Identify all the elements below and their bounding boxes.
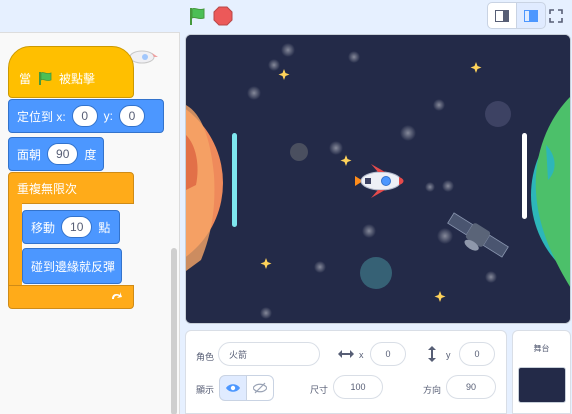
teal-planet	[360, 257, 392, 289]
eye-icon	[226, 384, 240, 392]
vertical-arrows-icon	[428, 346, 436, 362]
fullscreen-button[interactable]	[545, 5, 567, 27]
stage-selector-panel[interactable]: 舞台	[512, 330, 571, 414]
size-field[interactable]: 100	[333, 375, 383, 399]
when-flag-clicked-block[interactable]: 當 被點擊	[8, 46, 134, 98]
go-to-y-label: y:	[103, 109, 114, 123]
go-to-y-input[interactable]: 0	[119, 105, 146, 127]
y-label: y	[446, 350, 451, 360]
bounce-label: 碰到邊緣就反彈	[31, 259, 116, 274]
green-flag-icon	[39, 72, 52, 85]
move-steps-input[interactable]: 10	[61, 216, 93, 238]
forever-block-bottom	[8, 285, 134, 309]
stage-panel-title: 舞台	[533, 344, 550, 353]
small-stage-icon	[495, 9, 509, 22]
when-flag-suffix: 被點擊	[59, 71, 96, 86]
normal-stage-icon	[524, 9, 538, 22]
go-to-x-input[interactable]: 0	[71, 105, 98, 127]
right-paddle	[522, 133, 527, 219]
small-planet	[290, 143, 308, 161]
go-to-label: 定位到 x:	[17, 109, 66, 124]
stop-icon	[213, 6, 233, 26]
stage-toolbar	[0, 0, 572, 32]
forever-label: 重複無限次	[17, 181, 78, 196]
normal-stage-button[interactable]	[516, 2, 546, 29]
green-flag-icon	[190, 7, 205, 25]
size-value: 100	[350, 382, 366, 392]
left-paddle	[232, 133, 237, 227]
forever-block-arm	[8, 203, 22, 289]
direction-field[interactable]: 90	[446, 375, 496, 399]
x-label: x	[359, 350, 364, 360]
fullscreen-icon	[549, 9, 563, 23]
stop-button[interactable]	[213, 6, 233, 26]
move-label: 移動	[31, 220, 56, 235]
direction-input[interactable]: 90	[47, 143, 79, 165]
forever-block[interactable]: 重複無限次	[8, 172, 134, 204]
point-in-direction-block[interactable]: 面朝 90 度	[8, 137, 104, 171]
horizontal-arrows-icon	[338, 350, 354, 358]
move-steps-block[interactable]: 移動 10 點	[22, 210, 120, 244]
go-to-xy-block[interactable]: 定位到 x: 0 y: 0	[8, 99, 164, 133]
point-unit: 度	[84, 147, 97, 162]
green-flag-button[interactable]	[186, 5, 208, 27]
move-unit: 點	[98, 220, 111, 235]
sprite-name-field[interactable]: 火箭	[218, 342, 320, 366]
stage[interactable]	[185, 34, 571, 324]
direction-label: 方向	[423, 385, 442, 395]
sprite-name-label: 角色	[196, 352, 215, 362]
sprite-name-value: 火箭	[229, 349, 248, 360]
show-label: 顯示	[196, 385, 215, 395]
direction-value: 90	[465, 382, 476, 392]
small-stage-button[interactable]	[487, 2, 517, 29]
eye-slash-icon	[253, 382, 267, 394]
bounce-on-edge-block[interactable]: 碰到邊緣就反彈	[22, 248, 122, 284]
size-label: 尺寸	[310, 385, 329, 395]
code-area-scrollbar[interactable]	[171, 248, 177, 414]
x-position-value: 0	[385, 349, 391, 359]
stage-thumbnail[interactable]	[518, 367, 566, 403]
show-sprite-button[interactable]	[219, 375, 247, 401]
when-flag-prefix: 當	[19, 71, 32, 86]
y-position-value: 0	[474, 349, 480, 359]
loop-arrow-icon	[112, 292, 122, 299]
gray-planet	[485, 101, 511, 127]
hide-sprite-button[interactable]	[246, 375, 274, 401]
point-label: 面朝	[17, 147, 42, 162]
x-position-field[interactable]: 0	[370, 342, 406, 366]
y-position-field[interactable]: 0	[459, 342, 495, 366]
